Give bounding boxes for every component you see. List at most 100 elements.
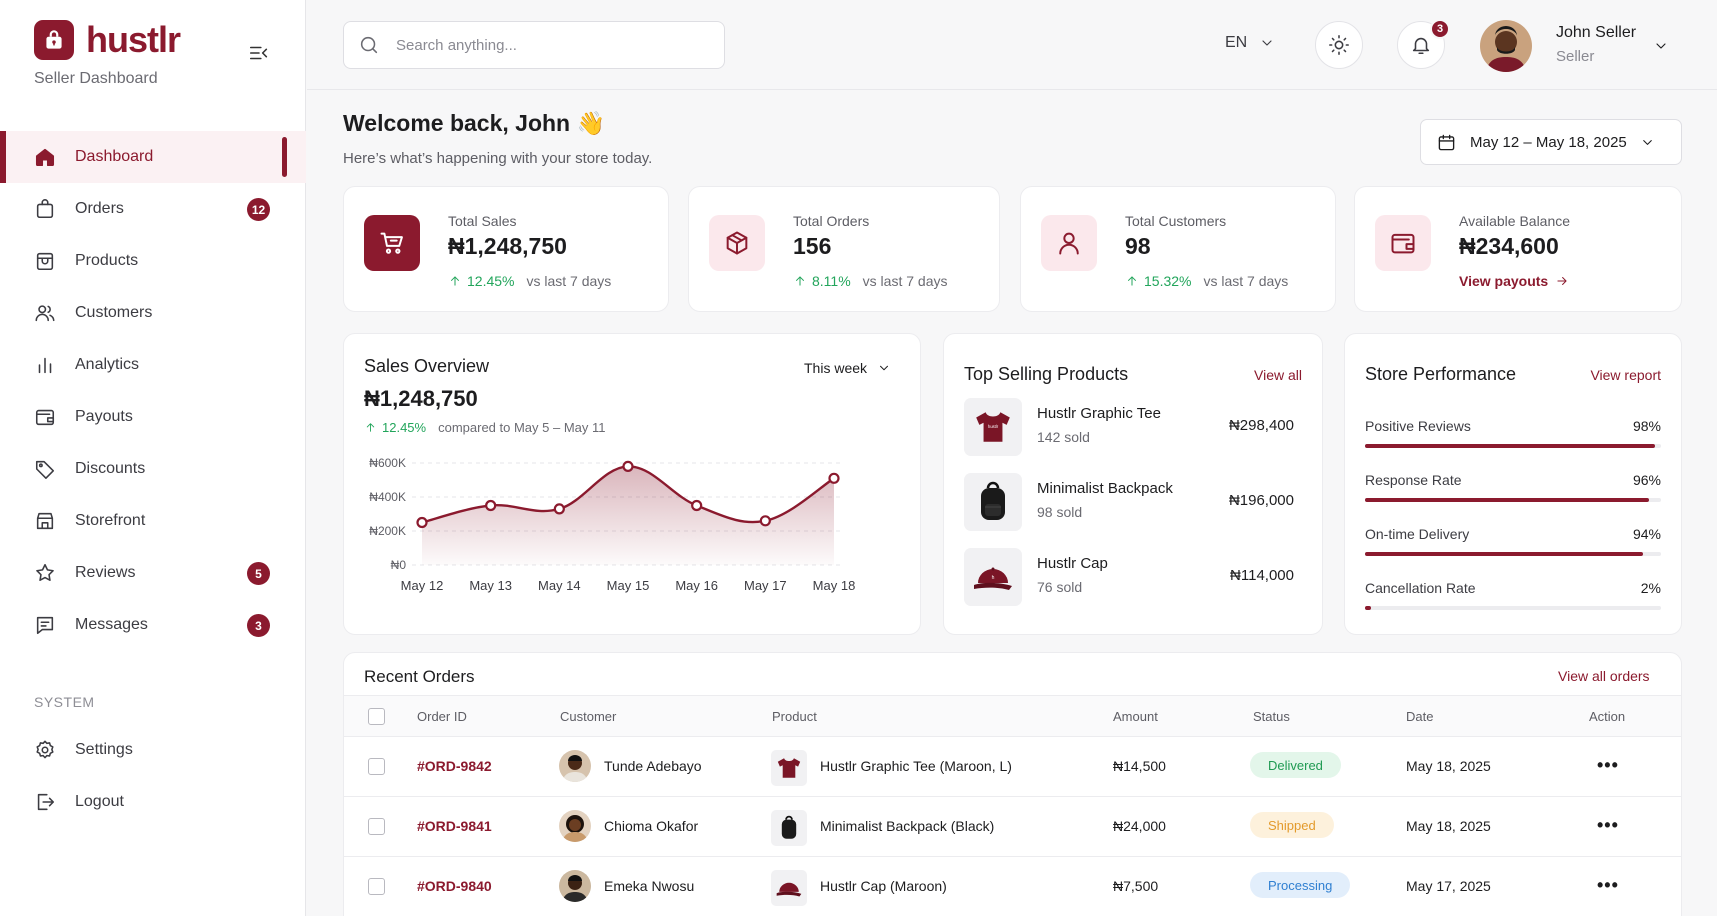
column-header[interactable]: Customer xyxy=(560,709,616,724)
product-sold: 142 sold xyxy=(1037,429,1090,445)
star-icon xyxy=(36,563,54,582)
avatar xyxy=(559,810,591,842)
performance-metric: Cancellation Rate 2% xyxy=(1365,580,1661,620)
recent-orders-card: Recent Orders View all orders Order ID C… xyxy=(343,652,1682,916)
metric-bar-fill xyxy=(1365,552,1644,556)
sun-icon xyxy=(1329,35,1349,55)
cap-icon xyxy=(771,870,807,906)
list-item[interactable]: Minimalist Backpack 98 sold ₦196,000 xyxy=(964,473,1294,531)
column-header[interactable]: Date xyxy=(1406,709,1433,724)
x-tick-label: May 16 xyxy=(675,578,718,593)
arrow-up-icon xyxy=(796,276,804,286)
sidebar-item-messages[interactable]: Messages 3 xyxy=(0,599,306,651)
data-point xyxy=(485,499,497,512)
stat-value: 156 xyxy=(793,233,832,259)
store-icon xyxy=(36,512,54,530)
chevron-down-icon[interactable] xyxy=(1653,38,1669,54)
table-row[interactable]: #ORD-9841 Chioma Okafor Minimalist Backp… xyxy=(344,797,1681,857)
y-tick-label: ₦600K xyxy=(369,456,406,470)
x-tick-label: May 13 xyxy=(469,578,512,593)
product-name: Hustlr Graphic Tee xyxy=(1037,405,1161,422)
search-icon xyxy=(360,36,378,54)
package-icon xyxy=(709,215,765,271)
user-name: John Seller xyxy=(1556,24,1637,41)
search-input[interactable] xyxy=(396,36,696,54)
view-all-products-link[interactable]: View all xyxy=(1254,367,1302,383)
sidebar-item-logout[interactable]: Logout xyxy=(0,776,306,828)
row-checkbox[interactable] xyxy=(368,878,385,895)
order-amount: ₦14,500 xyxy=(1113,758,1166,774)
search-box[interactable] xyxy=(343,21,725,69)
row-checkbox[interactable] xyxy=(368,758,385,775)
column-header[interactable]: Product xyxy=(772,709,817,724)
sidebar-item-payouts[interactable]: Payouts xyxy=(0,391,306,443)
sidebar-item-label: Payouts xyxy=(75,408,133,425)
select-all-checkbox[interactable] xyxy=(368,708,385,725)
logout-icon xyxy=(37,793,55,811)
stat-value: ₦234,600 xyxy=(1459,233,1559,259)
stat-label: Total Sales xyxy=(448,213,517,229)
more-actions-icon[interactable]: ••• xyxy=(1597,815,1619,836)
avatar xyxy=(1480,20,1532,72)
column-header[interactable]: Status xyxy=(1253,709,1290,724)
list-item[interactable]: hustlr Hustlr Graphic Tee 142 sold ₦298,… xyxy=(964,398,1294,456)
sidebar-item-dashboard[interactable]: Dashboard xyxy=(0,131,306,183)
theme-toggle-button[interactable] xyxy=(1315,21,1363,69)
order-amount: ₦7,500 xyxy=(1113,878,1159,894)
table-row[interactable]: #ORD-9842 Tunde Adebayo Hustlr Graphic T… xyxy=(344,737,1681,797)
more-actions-icon[interactable]: ••• xyxy=(1597,875,1619,896)
sidebar-item-products[interactable]: Products xyxy=(0,235,306,287)
column-header[interactable]: Order ID xyxy=(417,709,467,724)
stat-label: Total Customers xyxy=(1125,213,1227,229)
view-report-link[interactable]: View report xyxy=(1590,367,1661,383)
product-revenue: ₦196,000 xyxy=(1228,492,1294,509)
bell-icon xyxy=(1412,37,1430,55)
brand-logo[interactable]: hustlr xyxy=(34,20,181,60)
metric-bar-fill xyxy=(1365,444,1656,448)
order-date: May 18, 2025 xyxy=(1406,818,1491,834)
sidebar-item-customers[interactable]: Customers xyxy=(0,287,306,339)
metric-bar-fill xyxy=(1365,498,1650,502)
sidebar-item-analytics[interactable]: Analytics xyxy=(0,339,306,391)
sidebar-item-orders[interactable]: Orders 12 xyxy=(0,183,306,235)
orders-table-header: Order ID Customer Product Amount Status … xyxy=(344,695,1681,737)
sales-change: 12.45% compared to May 5 – May 11 xyxy=(364,420,606,435)
notifications-button[interactable]: 3 xyxy=(1397,19,1450,69)
period-dropdown[interactable]: This week xyxy=(804,360,891,376)
sidebar-item-label: Logout xyxy=(75,793,124,810)
data-point xyxy=(622,460,634,472)
sidebar-item-reviews[interactable]: Reviews 5 xyxy=(0,547,306,599)
view-all-orders-link[interactable]: View all orders xyxy=(1558,668,1650,684)
sidebar-item-storefront[interactable]: Storefront xyxy=(0,495,306,547)
store-performance-title: Store Performance xyxy=(1365,364,1517,384)
order-id-link[interactable]: #ORD-9841 xyxy=(417,818,492,834)
user-menu[interactable]: John Seller Seller xyxy=(1480,20,1636,72)
sidebar: hustlr Seller Dashboard Dashboard Orders… xyxy=(0,0,306,916)
calendar-icon xyxy=(1438,134,1455,150)
x-tick-label: May 12 xyxy=(401,578,444,593)
list-item[interactable]: h Hustlr Cap 76 sold ₦114,000 xyxy=(964,548,1294,606)
arrow-up-icon xyxy=(1128,276,1136,286)
order-id-link[interactable]: #ORD-9840 xyxy=(417,878,492,894)
tshirt-icon xyxy=(771,750,807,786)
collapse-sidebar-icon[interactable] xyxy=(248,42,270,68)
column-header[interactable]: Amount xyxy=(1113,709,1158,724)
sidebar-item-label: Products xyxy=(75,252,139,269)
customer-name: Chioma Okafor xyxy=(604,818,699,834)
x-tick-label: May 17 xyxy=(744,578,787,593)
avatar xyxy=(559,870,591,902)
sidebar-item-discounts[interactable]: Discounts xyxy=(0,443,306,495)
view-payouts-link[interactable]: View payouts xyxy=(1459,273,1569,289)
table-row[interactable]: #ORD-9840 Emeka Nwosu Hustlr Cap (Maroon… xyxy=(344,857,1681,916)
performance-metric: On-time Delivery 94% xyxy=(1365,526,1661,566)
date-range-picker[interactable]: May 12 – May 18, 2025 xyxy=(1420,119,1682,165)
row-checkbox[interactable] xyxy=(368,818,385,835)
sidebar-item-settings[interactable]: Settings xyxy=(0,724,306,776)
sidebar-item-label: Analytics xyxy=(75,356,140,373)
more-actions-icon[interactable]: ••• xyxy=(1597,755,1619,776)
stat-compare: vs last 7 days xyxy=(862,273,948,289)
language-selector[interactable]: EN xyxy=(1225,34,1275,52)
store-performance-card: Store Performance View report Positive R… xyxy=(1344,333,1682,635)
stat-card-total-sales: Total Sales ₦1,248,750 12.45% vs last 7 … xyxy=(343,186,669,312)
order-id-link[interactable]: #ORD-9842 xyxy=(417,758,492,774)
